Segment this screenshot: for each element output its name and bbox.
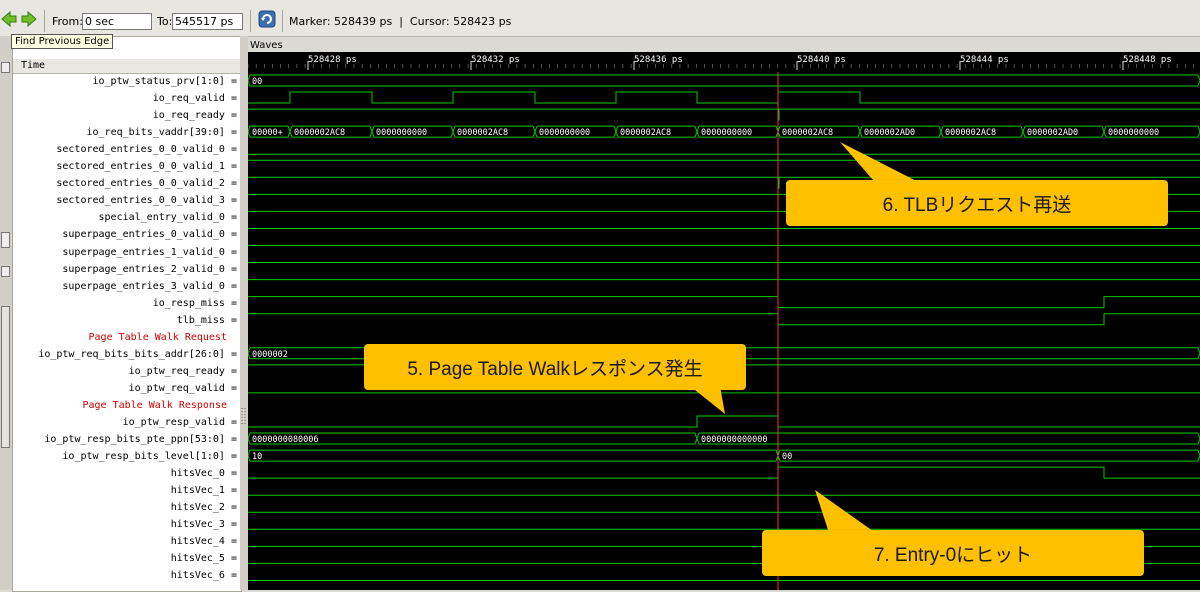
bus-value-label: 00 (782, 452, 792, 462)
bus-segment (777, 449, 1200, 462)
bus-value-label: 00 (252, 77, 262, 87)
signal-name[interactable]: sectored_entries_0_0_valid_2 = (13, 175, 241, 192)
time-tick-label: 528440 ps (797, 55, 846, 65)
signal-name[interactable]: hitsVec_5 = (13, 550, 241, 567)
waves-title: Waves (250, 40, 283, 51)
tooltip: Find Previous Edge (11, 34, 114, 49)
time-tick-label: 528432 ps (471, 55, 520, 65)
signal-waveform (248, 108, 1200, 121)
signal-name[interactable]: sectored_entries_0_0_valid_1 = (13, 158, 241, 175)
toolbar: From: To: Marker: 528439 ps | Cursor: 52… (0, 0, 1200, 37)
signal-name[interactable]: io_ptw_status_prv[1:0] = (13, 73, 241, 90)
signal-name[interactable]: io_req_valid = (13, 90, 241, 107)
time-ruler (248, 52, 1200, 72)
to-label: To: (157, 15, 173, 28)
signal-name[interactable]: io_ptw_req_ready = (13, 363, 241, 380)
signal-name[interactable]: tlb_miss = (13, 312, 241, 329)
time-header: Time (13, 59, 241, 74)
scrollbar[interactable] (1, 306, 10, 448)
bus-value-label: 0000000000 (539, 128, 590, 138)
toolbar-separator (282, 10, 283, 32)
wave-display[interactable]: 528428 ps 528432 ps 528436 ps 528440 ps 5284… (248, 52, 1200, 590)
callout-5-pointer (690, 386, 725, 414)
drag-handle-icon (241, 408, 246, 426)
signal-name[interactable]: superpage_entries_1_valid_0 = (13, 244, 241, 261)
signal-name[interactable]: io_ptw_resp_valid = (13, 414, 241, 431)
arrow-left-icon[interactable] (0, 10, 18, 28)
bus-value-label: 0000002AC8 (457, 128, 508, 138)
signal-name[interactable]: sectored_entries_0_0_valid_3 = (13, 192, 241, 209)
time-tick-label: 528436 ps (634, 55, 683, 65)
signal-name[interactable]: superpage_entries_2_valid_0 = (13, 261, 241, 278)
signal-name[interactable]: hitsVec_2 = (13, 499, 241, 516)
bus-segment (248, 449, 779, 462)
collapse-icon[interactable] (1, 62, 10, 73)
bus-value-label: 0000002AC8 (620, 128, 671, 138)
collapse-icon[interactable] (1, 266, 10, 277)
signal-name[interactable]: io_ptw_resp_bits_pte_ppn[53:0] = (13, 431, 241, 448)
signal-name[interactable]: hitsVec_0 = (13, 465, 241, 482)
bus-value-label: 0000000000000 (701, 435, 768, 445)
signal-name[interactable]: io_req_bits_vaddr[39:0] = (13, 124, 241, 141)
signal-name[interactable]: hitsVec_6 = (13, 567, 241, 584)
bus-segment (248, 74, 1200, 87)
pane-divider[interactable] (240, 36, 248, 590)
signal-name[interactable]: hitsVec_4 = (13, 533, 241, 550)
signal-name[interactable]: io_req_ready = (13, 107, 241, 124)
callout-entry0-hit: 7. Entry-0にヒット (762, 530, 1144, 576)
signal-name[interactable]: io_ptw_req_bits_bits_addr[26:0] = (13, 346, 241, 363)
signal-name[interactable]: hitsVec_1 = (13, 482, 241, 499)
from-input[interactable] (82, 13, 152, 30)
bus-segment (696, 432, 1200, 445)
bus-value-label: 0000002 (252, 350, 288, 360)
signal-name[interactable]: sectored_entries_0_0_valid_0 = (13, 141, 241, 158)
signal-waveform (248, 91, 1200, 104)
bus-value-label: 10 (252, 452, 262, 462)
reload-icon[interactable] (258, 10, 276, 28)
signal-group-comment[interactable]: Page Table Walk Response (13, 397, 241, 414)
bus-value-label: 0000000000 (1108, 128, 1159, 138)
signal-waveform (248, 296, 1200, 309)
signal-name[interactable]: special_entry_valid_0 = (13, 209, 241, 226)
signal-waveform (248, 313, 1200, 326)
marker-cursor-readout: Marker: 528439 ps | Cursor: 528423 ps (289, 15, 512, 28)
waveform-canvas[interactable]: 528428 ps 528432 ps 528436 ps 528440 ps 5284… (248, 52, 1200, 590)
signal-name[interactable]: io_resp_miss = (13, 295, 241, 312)
bus-value-label: 0000002AC8 (782, 128, 833, 138)
collapse-icon[interactable] (1, 232, 10, 248)
signal-name[interactable]: hitsVec_3 = (13, 516, 241, 533)
arrow-right-icon[interactable] (20, 10, 38, 28)
time-tick-label: 528444 ps (960, 55, 1009, 65)
bus-value-label: 0000002AC8 (294, 128, 345, 138)
time-header-label: Time (21, 60, 46, 71)
bus-value-label: 0000002AD0 (1027, 128, 1078, 138)
signal-name[interactable]: superpage_entries_3_valid_0 = (13, 278, 241, 295)
signal-group-comment[interactable]: Page Table Walk Request (13, 329, 241, 346)
bus-value-label: 0000000000 (701, 128, 752, 138)
callout-tlb-resend: 6. TLBリクエスト再送 (786, 180, 1168, 226)
toolbar-separator (44, 10, 45, 32)
signal-waveform (248, 415, 1200, 428)
from-label: From: (52, 15, 83, 28)
callout-ptw-response: 5. Page Table Walkレスポンス発生 (364, 344, 746, 390)
signal-name[interactable]: superpage_entries_0_valid_0 = (13, 226, 241, 243)
bus-value-label: 0000000000 (376, 128, 427, 138)
time-tick-label: 528448 ps (1123, 55, 1172, 65)
signal-name[interactable]: io_ptw_resp_bits_level[1:0] = (13, 448, 241, 465)
bus-value-label: 00000+ (252, 128, 283, 138)
bus-value-label: 0000000080006 (252, 435, 319, 445)
time-tick-label: 528428 ps (308, 55, 357, 65)
signal-name[interactable]: io_ptw_req_valid = (13, 380, 241, 397)
bus-value-label: 0000002AD0 (864, 128, 915, 138)
toolbar-separator (250, 10, 251, 32)
signal-waveform (248, 466, 1200, 479)
signals-pane: Time io_ptw_status_prv[1:0] = io_req_vali… (12, 36, 242, 592)
to-input[interactable] (172, 13, 243, 30)
bus-value-label: 0000002AC8 (945, 128, 996, 138)
